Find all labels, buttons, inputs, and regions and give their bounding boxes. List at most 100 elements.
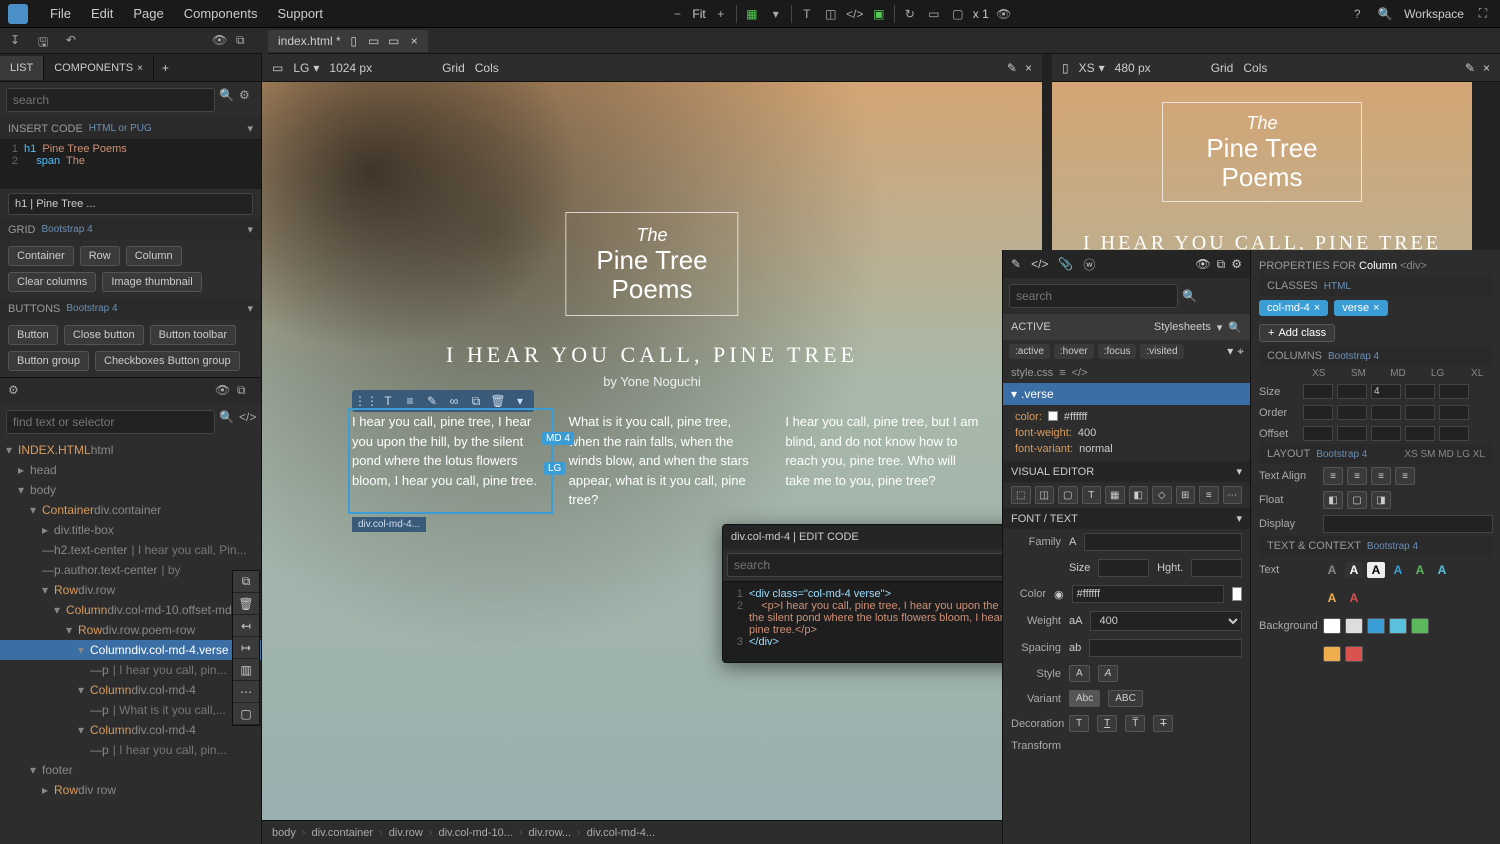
add-tab-icon[interactable]: +: [162, 61, 169, 75]
chevron-down-icon[interactable]: ▾: [247, 223, 253, 236]
close-icon[interactable]: ×: [411, 34, 418, 48]
columns-icon[interactable]: ▥: [233, 659, 259, 681]
box-icon[interactable]: ▢: [1058, 486, 1078, 504]
close-icon[interactable]: ×: [137, 63, 143, 74]
crumb[interactable]: div.col-md-10...: [438, 827, 512, 839]
deco-overline[interactable]: T̅: [1125, 715, 1145, 732]
preview-lg[interactable]: The Pine Tree Poems I HEAR YOU CALL, PIN…: [262, 82, 1042, 822]
eye-icon[interactable]: 👁: [215, 383, 231, 399]
spacing-input[interactable]: [1089, 639, 1242, 657]
visual-editor-header[interactable]: VISUAL EDITOR▾: [1003, 461, 1250, 482]
zoom-fit[interactable]: Fit: [692, 7, 705, 21]
bg-white[interactable]: [1323, 618, 1341, 634]
copy-icon[interactable]: ⧉: [233, 571, 259, 593]
move-out-icon[interactable]: ↦: [233, 637, 259, 659]
chevron-down-icon[interactable]: ▾: [767, 5, 785, 23]
offset-xs[interactable]: [1303, 426, 1333, 441]
chevron-down-icon[interactable]: ▾: [247, 122, 253, 135]
font-text-header[interactable]: FONT / TEXT▾: [1003, 508, 1250, 529]
pseudo-focus[interactable]: :focus: [1098, 344, 1137, 359]
order-sm[interactable]: [1337, 405, 1367, 420]
dropper-icon[interactable]: ◉: [1054, 588, 1064, 601]
tree-search-input[interactable]: [6, 410, 215, 434]
refresh-icon[interactable]: ↻: [901, 5, 919, 23]
text-icon[interactable]: T: [1082, 486, 1102, 504]
add-class-button[interactable]: + Add class: [1259, 324, 1335, 342]
paint-icon[interactable]: ✎: [1465, 61, 1475, 75]
tab-list[interactable]: LIST: [0, 56, 44, 80]
box-icon[interactable]: ▢: [233, 703, 259, 725]
list-icon[interactable]: ≡: [1199, 486, 1219, 504]
class-chip[interactable]: verse×: [1334, 300, 1387, 316]
offset-sm[interactable]: [1337, 426, 1367, 441]
chevron-down-icon[interactable]: ▾: [1236, 465, 1242, 478]
float-none-icon[interactable]: ▢: [1347, 491, 1367, 509]
copy-icon[interactable]: ⧉: [236, 33, 252, 49]
tree-item[interactable]: ▾Container div.container: [0, 500, 261, 520]
text-dark[interactable]: A: [1367, 562, 1385, 578]
float-right-icon[interactable]: ◨: [1371, 491, 1391, 509]
flex-icon[interactable]: ⊞: [1176, 486, 1196, 504]
text-warning[interactable]: A: [1323, 590, 1341, 606]
close-icon[interactable]: ×: [1483, 61, 1490, 75]
tree-item[interactable]: ▾footer: [0, 760, 261, 780]
offset-lg[interactable]: [1405, 426, 1435, 441]
tree-item-selected[interactable]: ▾Column div.col-md-4.verse: [0, 640, 261, 660]
tree-item[interactable]: ▾Column div.col-md-10.offset-md...: [0, 600, 261, 620]
device-icon[interactable]: ▯: [1062, 61, 1069, 75]
spacing-icon[interactable]: ab: [1069, 642, 1081, 654]
weight-icon[interactable]: aA: [1069, 615, 1082, 627]
transform-icon[interactable]: ◇: [1152, 486, 1172, 504]
chevron-down-icon[interactable]: ▾: [1227, 344, 1233, 359]
chevron-down-icon[interactable]: ▾: [247, 302, 253, 315]
code-icon[interactable]: </>: [1072, 367, 1088, 379]
text-primary[interactable]: A: [1389, 562, 1407, 578]
insert-code-editor[interactable]: 1h1 Pine Tree Poems 2 span The: [0, 139, 261, 189]
verse-2[interactable]: What is it you call, pine tree, when the…: [569, 412, 766, 510]
tree-item[interactable]: —p| I hear you call, pin...: [0, 660, 261, 680]
tree-item[interactable]: ▾Column div.col-md-4: [0, 680, 261, 700]
target-icon[interactable]: ⌖: [1237, 344, 1244, 359]
code-search-input[interactable]: [727, 553, 1017, 577]
selector-preview[interactable]: [8, 193, 253, 215]
device-icon[interactable]: ▭: [272, 61, 283, 75]
size-input[interactable]: [1098, 559, 1149, 577]
tree-item[interactable]: —h2.text-center| I hear you call, Pin...: [0, 540, 261, 560]
float-left-icon[interactable]: ◧: [1323, 491, 1343, 509]
css-rule[interactable]: ▾.verse: [1003, 383, 1250, 405]
move-in-icon[interactable]: ↤: [233, 615, 259, 637]
insert-icon[interactable]: ▣: [870, 5, 888, 23]
btn-button[interactable]: Button: [8, 325, 58, 345]
duplicate-icon[interactable]: ⧉: [468, 393, 484, 409]
tree-item[interactable]: ▾body: [0, 480, 261, 500]
delete-icon[interactable]: 🗑: [490, 393, 506, 409]
grid-container-button[interactable]: Container: [8, 246, 74, 266]
text-info[interactable]: A: [1433, 562, 1451, 578]
close-icon[interactable]: ×: [1025, 61, 1032, 75]
menu-support[interactable]: Support: [267, 2, 333, 25]
align-right-icon[interactable]: ≡: [1371, 467, 1391, 485]
text-icon[interactable]: T: [380, 393, 396, 409]
text-danger[interactable]: A: [1345, 590, 1363, 606]
browser-icon[interactable]: ▢: [949, 5, 967, 23]
crumb[interactable]: div.row: [389, 827, 423, 839]
grid-column-button[interactable]: Column: [126, 246, 182, 266]
menu-edit[interactable]: Edit: [81, 2, 123, 25]
deco-underline[interactable]: T: [1097, 715, 1117, 732]
bg-info[interactable]: [1389, 618, 1407, 634]
open-icon[interactable]: ↧: [10, 33, 26, 49]
height-input[interactable]: [1191, 559, 1242, 577]
tree-item[interactable]: ▸Row div row: [0, 780, 261, 800]
device-icon[interactable]: ▭: [925, 5, 943, 23]
tree-item[interactable]: —p| I hear you call, pin...: [0, 740, 261, 760]
attach-icon[interactable]: 📎: [1058, 257, 1073, 271]
variant-smallcaps[interactable]: ABC: [1108, 690, 1143, 707]
size-md[interactable]: [1371, 384, 1401, 399]
cols-toggle[interactable]: Cols: [1243, 61, 1267, 75]
style-search-input[interactable]: [1009, 284, 1178, 308]
device-tablet-icon[interactable]: ▭: [367, 34, 381, 48]
chevron-down-icon[interactable]: ▾: [1236, 512, 1242, 525]
tree-item[interactable]: ▸div.title-box: [0, 520, 261, 540]
crumb[interactable]: div.col-md-4...: [587, 827, 655, 839]
pseudo-hover[interactable]: :hover: [1054, 344, 1094, 359]
